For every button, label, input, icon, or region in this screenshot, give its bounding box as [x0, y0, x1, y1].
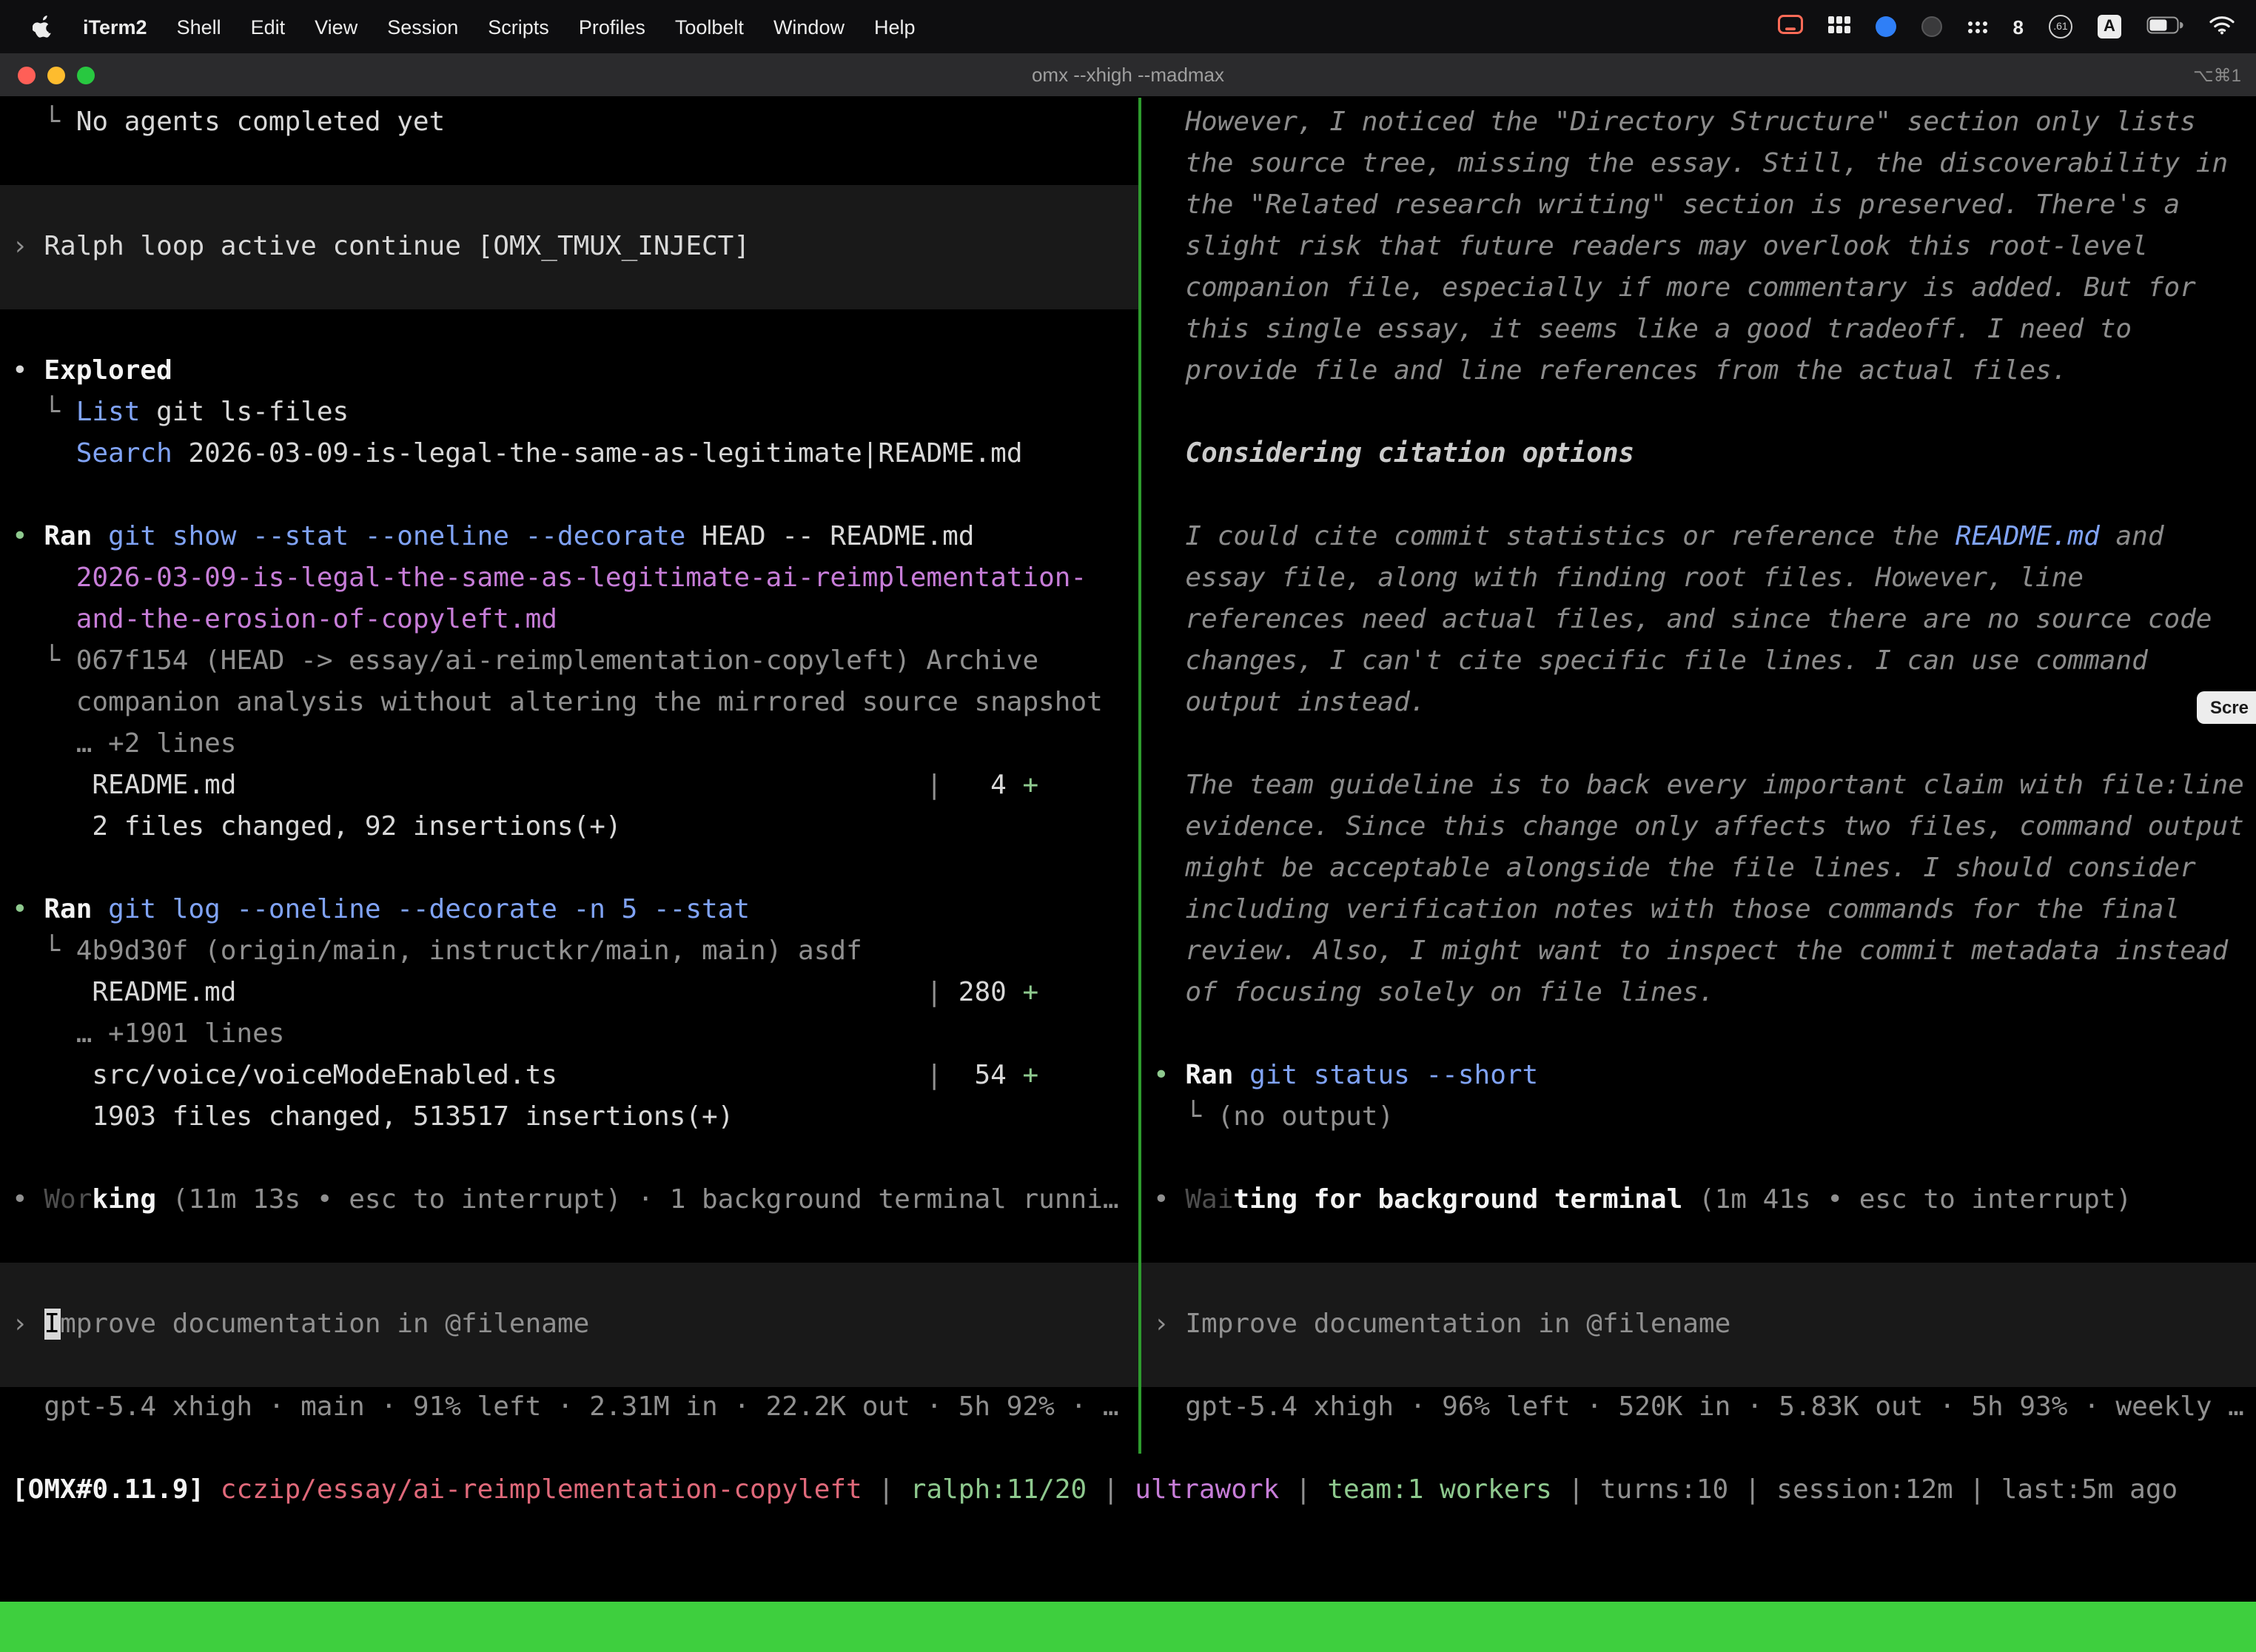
terminal-line: └ (no output): [1153, 1097, 1394, 1138]
menu-item-profiles[interactable]: Profiles: [564, 16, 660, 38]
terminal-line: of focusing solely on file lines.: [1153, 973, 1715, 1014]
terminal-line: provide file and line references from th…: [1153, 351, 2067, 392]
left-terminal-pane[interactable]: └ No agents completed yet › Ralph loop ac…: [0, 98, 1138, 1454]
terminal-line: the source tree, missing the essay. Stil…: [1153, 144, 2228, 185]
terminal-line: essay file, along with finding root file…: [1153, 558, 2084, 600]
terminal-line: Search 2026-03-09-is-legal-the-same-as-l…: [12, 434, 1023, 475]
terminal-line: including verification notes with those …: [1153, 890, 2180, 931]
terminal-line: and-the-erosion-of-copyleft.md: [12, 600, 557, 641]
menu-bar-status-icons: 8 .61 A: [1778, 14, 2256, 39]
terminal-line: • Ran git show --stat --oneline --decora…: [12, 517, 975, 558]
menu-item-toolbelt[interactable]: Toolbelt: [660, 16, 759, 38]
terminal-line: changes, I can't cite specific file line…: [1153, 641, 2148, 682]
terminal-line: gpt-5.4 xhigh · main · 91% left · 2.31M …: [12, 1387, 1119, 1428]
screen-capture-overlay[interactable]: Scre: [2197, 691, 2256, 724]
dots-grid-icon[interactable]: [1967, 16, 1988, 38]
dark-app-icon[interactable]: [1921, 16, 1942, 37]
desktop-screen: iTerm2 Shell Edit View Session Scripts P…: [0, 0, 2256, 1652]
terminal-line: README.md | 4 +: [12, 765, 1038, 807]
menu-item-view[interactable]: View: [300, 16, 372, 38]
terminal-line: slight risk that future readers may over…: [1153, 226, 2148, 268]
window-title: omx --xhigh --madmax: [0, 64, 2256, 86]
status-segment: |: [1953, 1474, 2001, 1505]
blue-app-icon[interactable]: [1876, 16, 1896, 37]
terminal-line: Considering citation options: [1153, 434, 1634, 475]
terminal-line: references need actual files, and since …: [1153, 600, 2212, 641]
terminal-line: › Improve documentation in @filename: [1153, 1304, 1730, 1346]
numpad-8-icon[interactable]: 8: [2013, 16, 2024, 38]
macos-menu-bar: iTerm2 Shell Edit View Session Scripts P…: [0, 0, 2256, 53]
status-segment: [OMX#0.11.9]: [12, 1474, 221, 1505]
terminal-line: … +2 lines: [12, 724, 236, 765]
zoom-window-button[interactable]: [77, 66, 95, 84]
status-segment: ultrawork: [1135, 1474, 1279, 1505]
status-segment: |: [862, 1474, 910, 1505]
apple-menu-icon[interactable]: [18, 15, 68, 38]
terminal-line: I could cite commit statistics or refere…: [1153, 517, 2164, 558]
status-segment: cczip/essay/ai-reimplementation-copyleft: [221, 1474, 862, 1505]
terminal-line: gpt-5.4 xhigh · 96% left · 520K in · 5.8…: [1153, 1387, 2244, 1428]
omx-status-bar: [OMX#0.11.9] cczip/essay/ai-reimplementa…: [12, 1470, 2178, 1511]
terminal-line: this single essay, it seems like a good …: [1153, 309, 2132, 351]
wifi-icon[interactable]: [2209, 14, 2235, 39]
status-segment: |: [1728, 1474, 1776, 1505]
terminal-line: └ No agents completed yet: [12, 102, 445, 144]
status-segment: team:1 workers: [1327, 1474, 1551, 1505]
meter-icon[interactable]: .61: [2049, 15, 2072, 38]
terminal-line: 1903 files changed, 513517 insertions(+): [12, 1097, 733, 1138]
terminal-line: evidence. Since this change only affects…: [1153, 807, 2244, 848]
terminal-line: • Ran git status --short: [1153, 1055, 1538, 1097]
minimize-window-button[interactable]: [47, 66, 65, 84]
menu-item-help[interactable]: Help: [859, 16, 930, 38]
window-title-bar[interactable]: omx --xhigh --madmax ⌥⌘1: [0, 53, 2256, 98]
terminal-line: › Ralph loop active continue [OMX_TMUX_I…: [12, 226, 750, 268]
menu-bar-left: iTerm2 Shell Edit View Session Scripts P…: [0, 15, 930, 38]
terminal-line: • Waiting for background terminal (1m 41…: [1153, 1180, 2132, 1221]
status-segment: |: [1087, 1474, 1135, 1505]
terminal-line: └ 067f154 (HEAD -> essay/ai-reimplementa…: [12, 641, 1038, 682]
menu-item-edit[interactable]: Edit: [236, 16, 301, 38]
terminal-line: … +1901 lines: [12, 1014, 284, 1055]
status-segment: |: [1279, 1474, 1327, 1505]
traffic-lights: [18, 66, 95, 84]
terminal-line: src/voice/voiceModeEnabled.ts | 54 +: [12, 1055, 1038, 1097]
status-segment: session:12m: [1776, 1474, 1953, 1505]
status-segment: |: [1552, 1474, 1600, 1505]
terminal-line: └ 4b9d30f (origin/main, instructkr/main,…: [12, 931, 862, 973]
tmux-status-bar: [omx-cczip] 0:bash* "MacBook-Pro-44.loca…: [0, 1602, 2256, 1652]
status-segment: ralph:11/20: [910, 1474, 1087, 1505]
terminal-line: • Working (11m 13s • esc to interrupt) ·…: [12, 1180, 1119, 1221]
window-grid-icon[interactable]: [1828, 16, 1850, 38]
terminal-line: 2 files changed, 92 insertions(+): [12, 807, 622, 848]
status-segment: last:5m ago: [2001, 1474, 2178, 1505]
terminal-line: might be acceptable alongside the file l…: [1153, 848, 2196, 890]
terminal-line: output instead.: [1153, 682, 1426, 724]
menu-item-session[interactable]: Session: [372, 16, 473, 38]
terminal-line: However, I noticed the "Directory Struct…: [1153, 102, 2196, 144]
terminal-line: • Ran git log --oneline --decorate -n 5 …: [12, 890, 750, 931]
terminal-line: 2026-03-09-is-legal-the-same-as-legitima…: [12, 558, 1087, 600]
menu-item-window[interactable]: Window: [759, 16, 859, 38]
menu-item-scripts[interactable]: Scripts: [473, 16, 564, 38]
screen-recording-indicator-icon[interactable]: [1778, 15, 1803, 38]
terminal-line: companion analysis without altering the …: [12, 682, 1103, 724]
terminal-line: README.md | 280 +: [12, 973, 1038, 1014]
terminal-content: └ No agents completed yet › Ralph loop ac…: [0, 98, 2256, 1652]
close-window-button[interactable]: [18, 66, 36, 84]
right-terminal-pane[interactable]: However, I noticed the "Directory Struct…: [1141, 98, 2256, 1454]
terminal-line: › Improve documentation in @filename: [12, 1304, 589, 1346]
battery-icon[interactable]: [2146, 16, 2183, 38]
terminal-line: • Explored: [12, 351, 172, 392]
terminal-line: review. Also, I might want to inspect th…: [1153, 931, 2228, 973]
status-segment: turns:10: [1600, 1474, 1728, 1505]
input-source-icon[interactable]: A: [2098, 15, 2121, 38]
terminal-line: └ List git ls-files: [12, 392, 349, 434]
window-shortcut-badge: ⌥⌘1: [2193, 64, 2241, 85]
terminal-line: The team guideline is to back every impo…: [1153, 765, 2244, 807]
terminal-line: the "Related research writing" section i…: [1153, 185, 2180, 226]
menu-item-shell[interactable]: Shell: [162, 16, 236, 38]
terminal-line: companion file, especially if more comme…: [1153, 268, 2196, 309]
menu-item-iterm2[interactable]: iTerm2: [68, 16, 162, 38]
